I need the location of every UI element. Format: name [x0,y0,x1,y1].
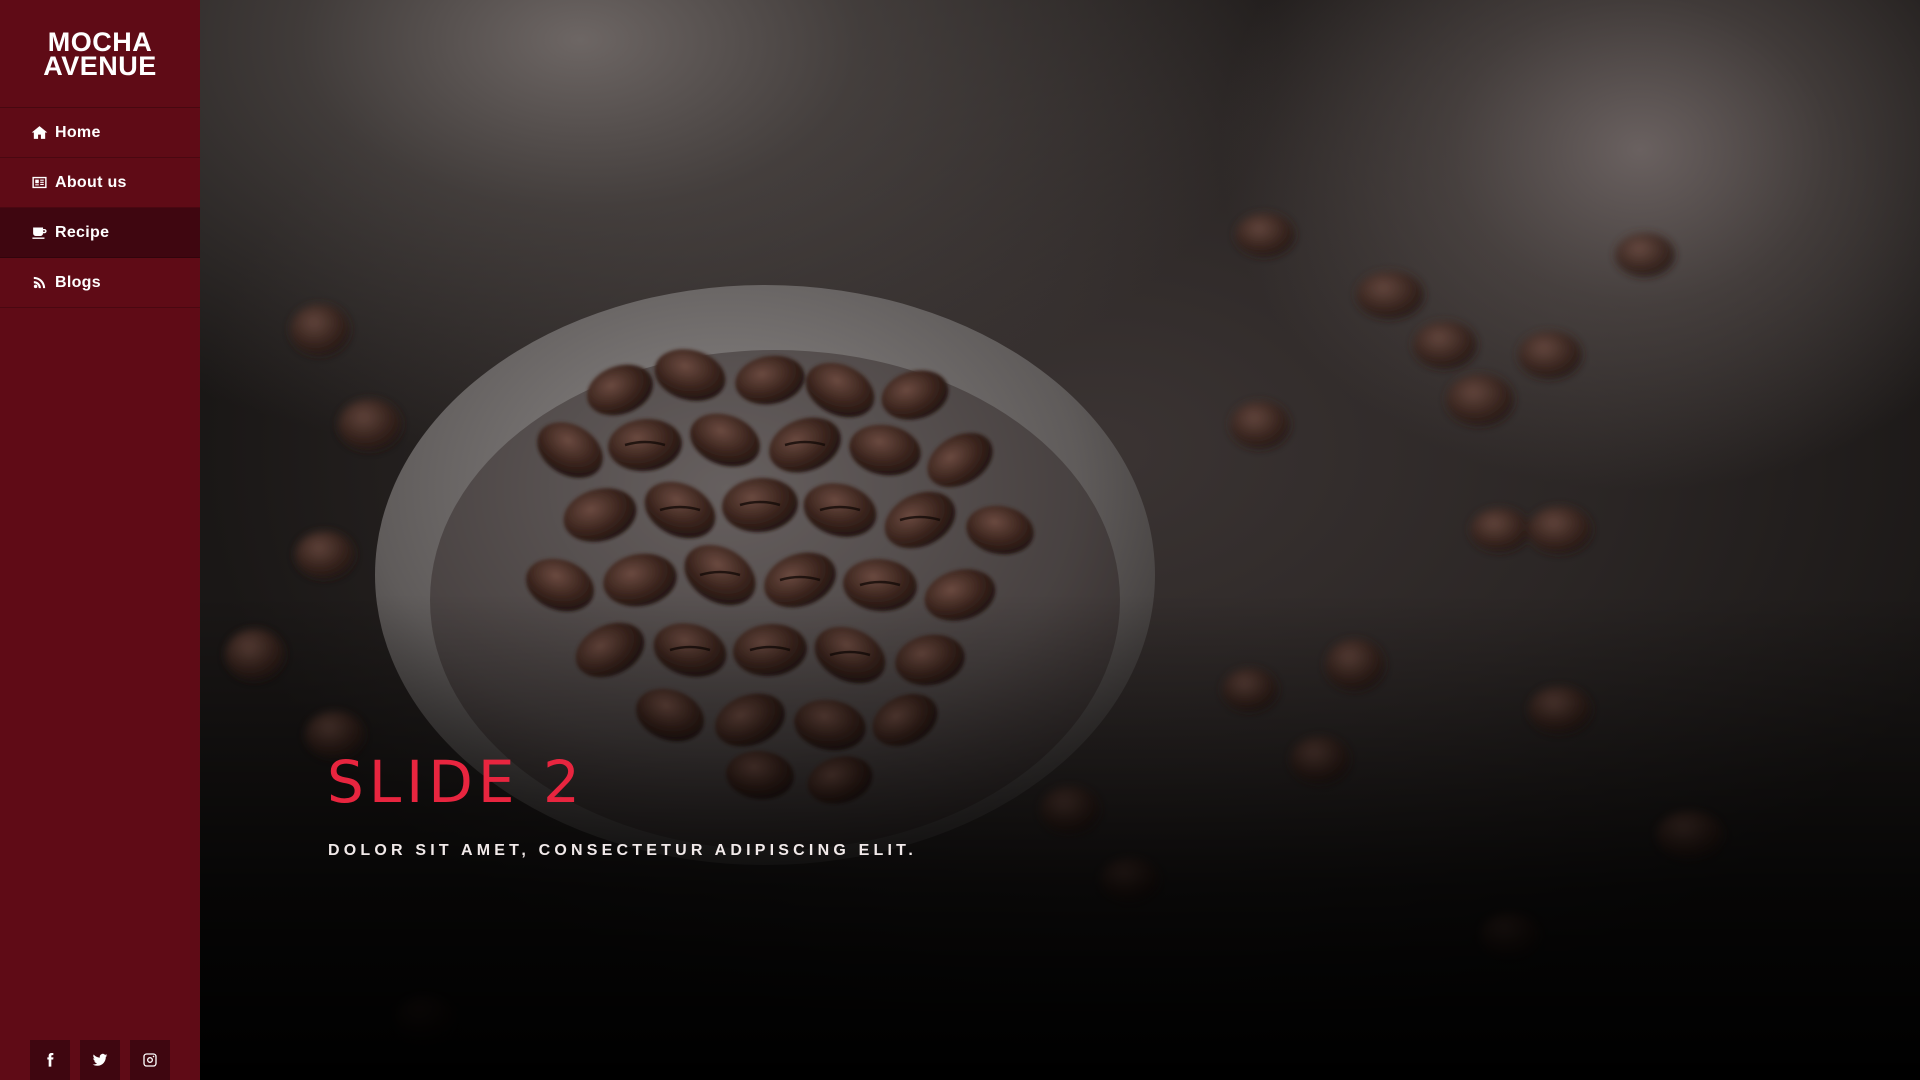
id-card-icon [30,174,48,192]
nav-item-recipe[interactable]: Recipe [0,208,200,258]
main-nav: Home About us Recipe Blogs [0,108,200,308]
twitter-button[interactable] [80,1040,120,1080]
sidebar: MOCHA AVENUE Home About us Recipe Blogs [0,0,200,1080]
social-links [30,1040,170,1080]
brand-logo[interactable]: MOCHA AVENUE [0,0,200,108]
slide-subtitle: DOLOR SIT AMET, CONSECTETUR ADIPISCING E… [328,842,917,859]
facebook-button[interactable] [30,1040,70,1080]
rss-icon [30,274,48,292]
nav-item-blogs[interactable]: Blogs [0,258,200,308]
nav-item-label: Blogs [55,273,101,291]
nav-item-label: Home [55,123,101,141]
slide-title: SLIDE 2 [327,748,585,816]
coffee-cup-icon [30,224,48,242]
hero-slider[interactable]: SLIDE 2 DOLOR SIT AMET, CONSECTETUR ADIP… [200,0,1920,1080]
instagram-button[interactable] [130,1040,170,1080]
nav-item-home[interactable]: Home [0,108,200,158]
brand-line-1: MOCHA [47,26,153,57]
brand-line-2: AVENUE [43,50,157,81]
twitter-icon [92,1053,108,1066]
home-icon [30,124,48,142]
instagram-icon [143,1053,157,1067]
nav-item-about[interactable]: About us [0,158,200,208]
coffee-beans-image [225,213,1724,1044]
nav-item-label: About us [55,173,127,191]
facebook-icon [47,1053,54,1067]
nav-item-label: Recipe [55,223,110,241]
